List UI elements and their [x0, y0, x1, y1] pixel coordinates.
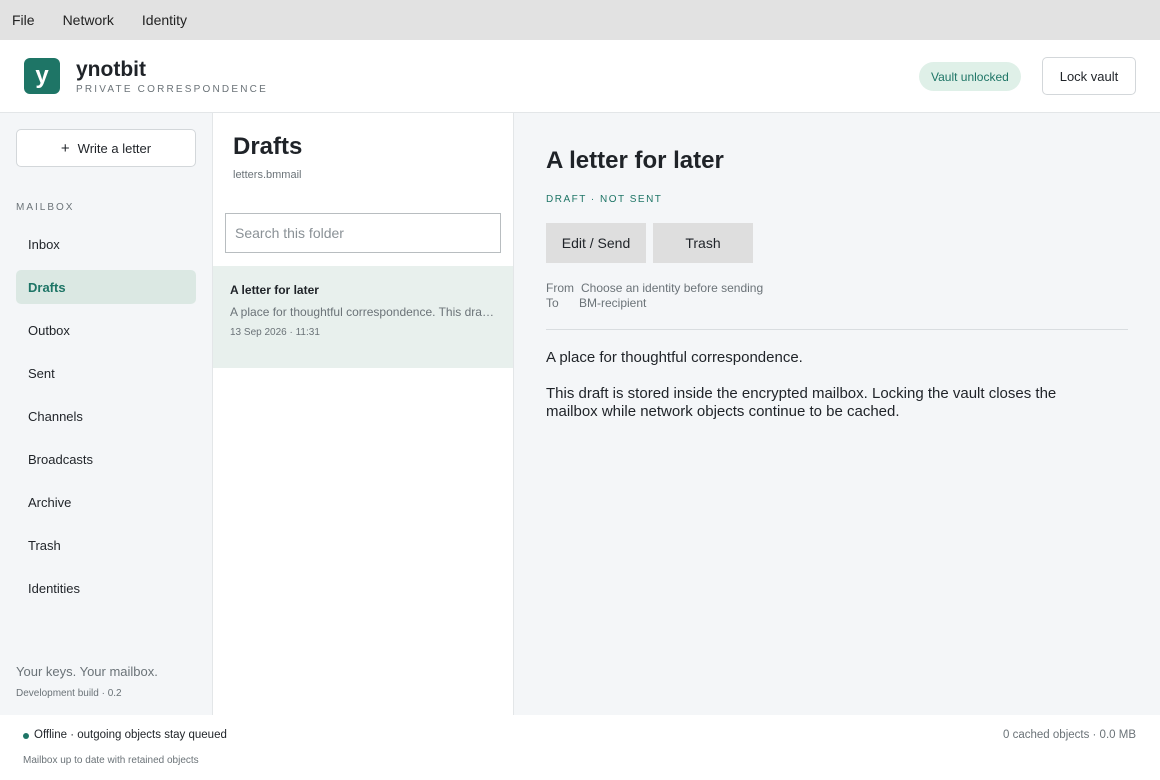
status-dot-icon — [23, 733, 29, 739]
message-body-paragraph: A place for thoughtful correspondence. — [546, 349, 803, 366]
search-input[interactable] — [225, 213, 501, 253]
sidebar-item-broadcasts[interactable]: Broadcasts — [16, 442, 196, 476]
to-label: To — [546, 296, 559, 310]
plus-icon: + — [60, 139, 70, 157]
to-line: To BM-recipient — [546, 296, 646, 310]
mailbox-heading: MAILBOX — [16, 202, 75, 213]
sidebar-item-archive[interactable]: Archive — [16, 485, 196, 519]
trash-button[interactable]: Trash — [653, 223, 753, 263]
edit-send-button[interactable]: Edit / Send — [546, 223, 646, 263]
message-status: DRAFT · NOT SENT — [546, 194, 663, 205]
sidebar-item-sent[interactable]: Sent — [16, 356, 196, 390]
sidebar-tagline: Your keys. Your mailbox. — [16, 664, 158, 679]
divider — [546, 329, 1128, 330]
lock-vault-button[interactable]: Lock vault — [1042, 57, 1136, 95]
list-item[interactable]: A letter for later A place for thoughtfu… — [213, 266, 513, 368]
message-body-paragraph: This draft is stored inside the encrypte… — [546, 385, 1057, 420]
sidebar-item-inbox[interactable]: Inbox — [16, 227, 196, 261]
sync-status: Mailbox up to date with retained objects — [23, 755, 199, 766]
from-label: From — [546, 281, 574, 295]
sidebar-item-identities[interactable]: Identities — [16, 571, 196, 605]
sidebar-item-outbox[interactable]: Outbox — [16, 313, 196, 347]
write-letter-label: Write a letter — [77, 140, 152, 156]
message-list-pane: Drafts letters.bmmail A letter for later… — [213, 113, 514, 715]
app-title: ynotbit — [76, 58, 146, 81]
menu-bar: File Network Identity — [0, 0, 1160, 40]
message-subject: A letter for later — [230, 283, 319, 297]
build-info: Development build · 0.2 — [16, 688, 122, 699]
reading-pane: A letter for later DRAFT · NOT SENT Edit… — [514, 113, 1160, 715]
message-date: 13 Sep 2026 · 11:31 — [230, 327, 320, 338]
message-preview: A place for thoughtful correspondence. T… — [230, 305, 496, 319]
sidebar: + Write a letter MAILBOX Inbox Drafts Ou… — [0, 113, 213, 715]
app-subtitle: PRIVATE CORRESPONDENCE — [76, 84, 268, 95]
menu-network[interactable]: Network — [63, 12, 114, 28]
connection-status: Offline · outgoing objects stay queued — [34, 729, 227, 741]
from-value: Choose an identity before sending — [581, 281, 764, 295]
status-bar: Offline · outgoing objects stay queued 0… — [0, 715, 1160, 780]
menu-identity[interactable]: Identity — [142, 12, 187, 28]
sidebar-item-channels[interactable]: Channels — [16, 399, 196, 433]
cache-status: 0 cached objects · 0.0 MB — [1003, 729, 1136, 741]
message-title: A letter for later — [546, 147, 724, 174]
app-header: y ynotbit PRIVATE CORRESPONDENCE Vault u… — [0, 40, 1160, 113]
to-value: BM-recipient — [579, 296, 647, 310]
folder-title: Drafts — [233, 133, 303, 160]
sidebar-item-drafts[interactable]: Drafts — [16, 270, 196, 304]
menu-file[interactable]: File — [12, 12, 35, 28]
vault-status-badge: Vault unlocked — [919, 62, 1021, 91]
write-letter-button[interactable]: + Write a letter — [16, 129, 196, 167]
folder-address: letters.bmmail — [233, 169, 302, 181]
app-logo: y — [24, 58, 60, 94]
from-line: From Choose an identity before sending — [546, 281, 763, 295]
sidebar-item-trash[interactable]: Trash — [16, 528, 196, 562]
